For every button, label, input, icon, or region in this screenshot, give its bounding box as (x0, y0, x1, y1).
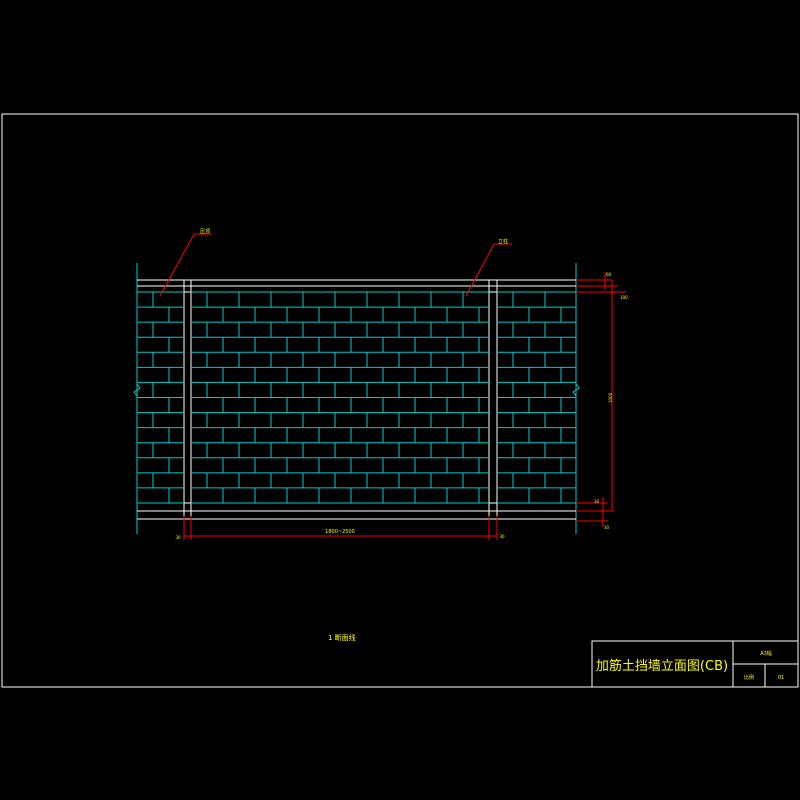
leader-label-right: 立柱 (498, 238, 508, 245)
drawing-title: 加筋土挡墙立面图(CB) (596, 658, 728, 674)
sheet-number: 01 (778, 675, 784, 681)
title-block: 加筋土挡墙立面图(CB) A3幅 比例 01 (591, 640, 799, 688)
right-bottom-dimension-2: 30 (604, 525, 610, 530)
drawing-border (1, 113, 799, 688)
sheet-size: A3幅 (760, 650, 772, 657)
scale-label: 比例 (744, 674, 754, 681)
right-bottom-dimension-1: 30 (594, 499, 600, 504)
span-dimension: 1800~2500 30 30 (175, 516, 505, 540)
cad-drawing-canvas: 压顶 立柱 1800~2500 30 30 60 100 1000 30 30 … (1, 113, 799, 688)
span-dimension-text: 1800~2500 (325, 529, 355, 535)
post-right-dimension-text: 30 (499, 534, 505, 539)
right-top-dimension-1: 60 (606, 272, 612, 277)
height-dimension: 60 100 1000 30 30 (576, 272, 628, 530)
right-top-dimension-2: 100 (620, 295, 628, 300)
section-caption: 1 断面线 (328, 633, 356, 642)
leader-label-left: 压顶 (200, 229, 210, 235)
post-left-dimension-text: 30 (175, 535, 181, 540)
right-height-dimension: 1000 (608, 392, 613, 403)
brick-wall (133, 263, 580, 534)
